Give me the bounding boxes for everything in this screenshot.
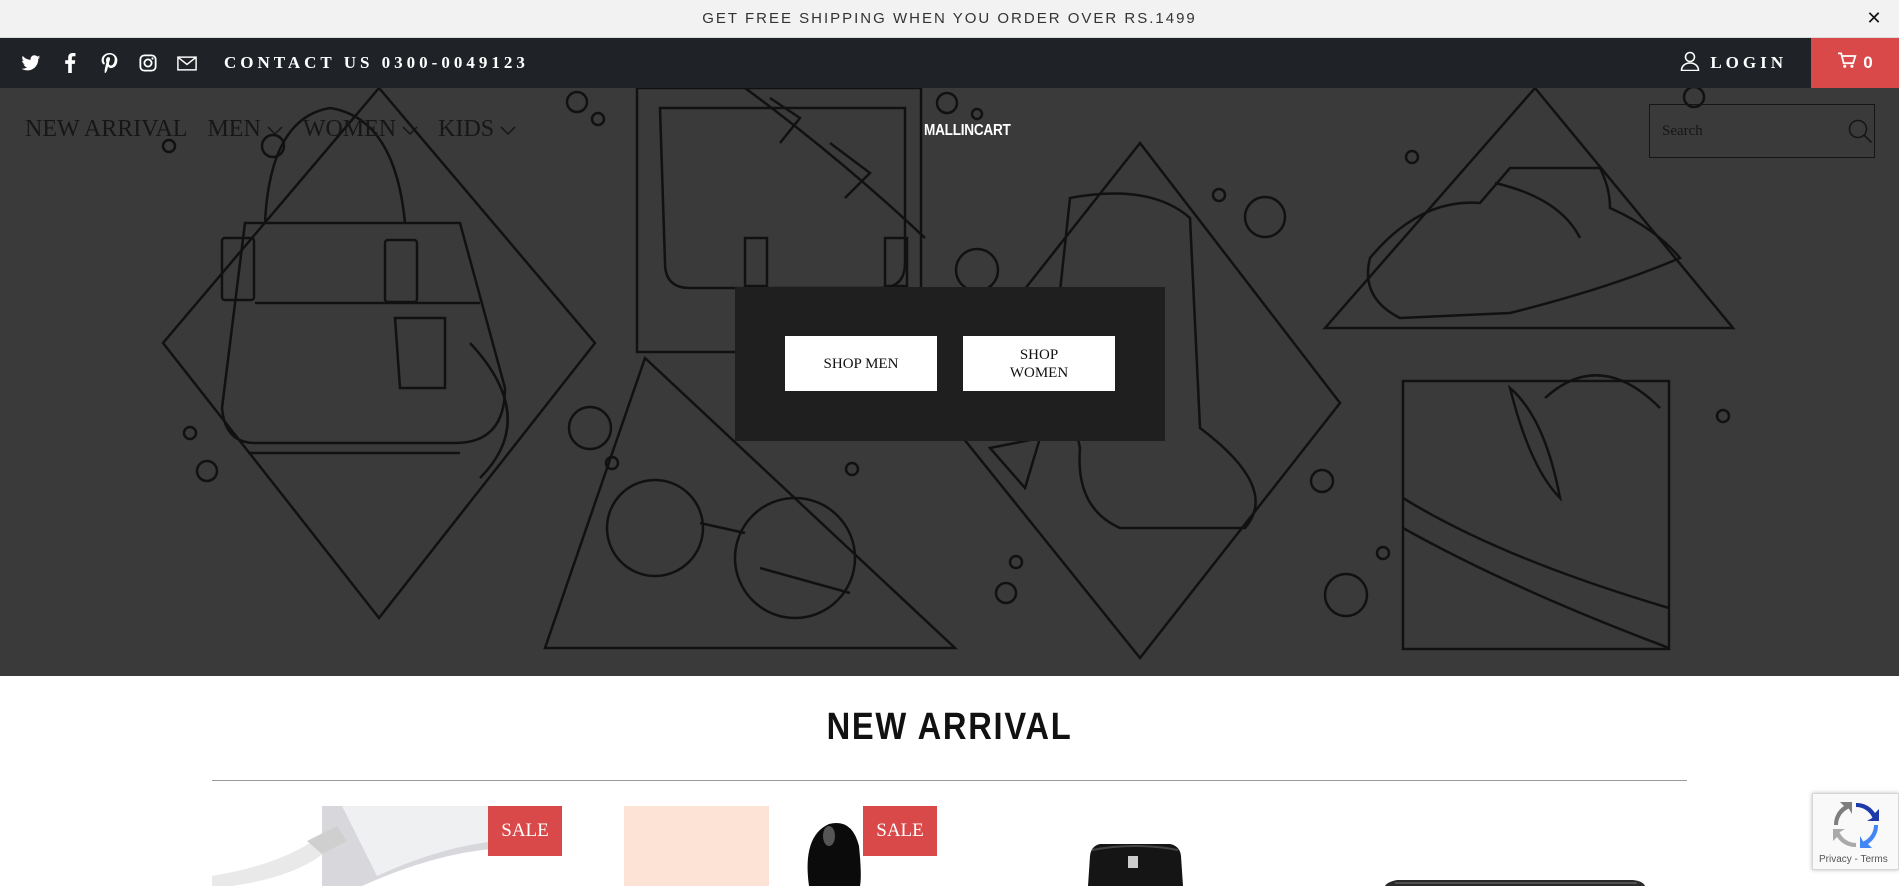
chevron-down-icon: [402, 116, 418, 143]
nav-item-kids[interactable]: KIDS: [438, 116, 516, 143]
cart-icon: [1837, 52, 1857, 74]
cart-button[interactable]: 0: [1811, 38, 1899, 88]
pinterest-icon[interactable]: [98, 52, 120, 74]
instagram-icon[interactable]: [137, 52, 159, 74]
nav-label: MEN: [207, 116, 261, 142]
product-card[interactable]: SALE: [212, 806, 562, 886]
sale-badge: SALE: [863, 806, 937, 856]
shop-men-button[interactable]: SHOP MEN: [785, 336, 937, 391]
recaptcha-links[interactable]: Privacy - Terms: [1819, 854, 1888, 865]
nav-item-men[interactable]: MEN: [207, 116, 283, 143]
social-links: [20, 52, 215, 74]
recaptcha-badge[interactable]: Privacy - Terms: [1812, 793, 1899, 870]
shop-women-button[interactable]: SHOP WOMEN: [963, 336, 1115, 391]
user-icon: [1680, 51, 1700, 76]
search-input[interactable]: [1650, 105, 1846, 157]
twitter-icon[interactable]: [20, 52, 42, 74]
login-link[interactable]: LOGIN: [1680, 38, 1787, 88]
product-image: [1385, 880, 1645, 886]
sale-badge: SALE: [488, 806, 562, 856]
product-image: [1088, 844, 1183, 886]
chevron-down-icon: [267, 116, 283, 143]
recaptcha-icon: [1833, 802, 1879, 848]
chevron-down-icon: [500, 116, 516, 143]
cart-count: 0: [1863, 53, 1873, 72]
section-title: NEW ARRIVAL: [826, 706, 1073, 748]
section-divider: [212, 780, 1687, 781]
nav-item-women[interactable]: WOMEN: [303, 116, 418, 143]
login-label: LOGIN: [1710, 53, 1787, 72]
mail-icon[interactable]: [176, 52, 198, 74]
contact-phone-link[interactable]: CONTACT US 0300-0049123: [224, 53, 529, 73]
facebook-icon[interactable]: [59, 52, 81, 74]
main-nav: NEW ARRIVAL MEN WOMEN KIDS: [25, 116, 536, 143]
hero-banner: NEW ARRIVAL MEN WOMEN KIDS MALLINCART SH…: [0, 88, 1899, 676]
announcement-text: GET FREE SHIPPING WHEN YOU ORDER OVER RS…: [702, 10, 1197, 27]
product-card[interactable]: [1000, 806, 1312, 886]
nav-item-new-arrival[interactable]: NEW ARRIVAL: [25, 116, 187, 143]
close-icon[interactable]: ✕: [1863, 8, 1885, 30]
nav-label: WOMEN: [302, 116, 397, 142]
search-form: [1649, 104, 1875, 158]
brand-logo[interactable]: MALLINCART: [924, 122, 1011, 140]
hero-cta-panel: SHOP MEN SHOP WOMEN: [735, 287, 1165, 441]
nav-label: KIDS: [438, 116, 495, 142]
search-icon[interactable]: [1846, 111, 1874, 151]
product-card[interactable]: [1375, 806, 1687, 886]
nav-label: NEW ARRIVAL: [25, 116, 188, 142]
product-grid: SALE SALE: [0, 806, 1899, 886]
announcement-bar: GET FREE SHIPPING WHEN YOU ORDER OVER RS…: [0, 0, 1899, 38]
product-card[interactable]: SALE: [624, 806, 938, 886]
top-bar: CONTACT US 0300-0049123 LOGIN 0: [0, 38, 1899, 88]
